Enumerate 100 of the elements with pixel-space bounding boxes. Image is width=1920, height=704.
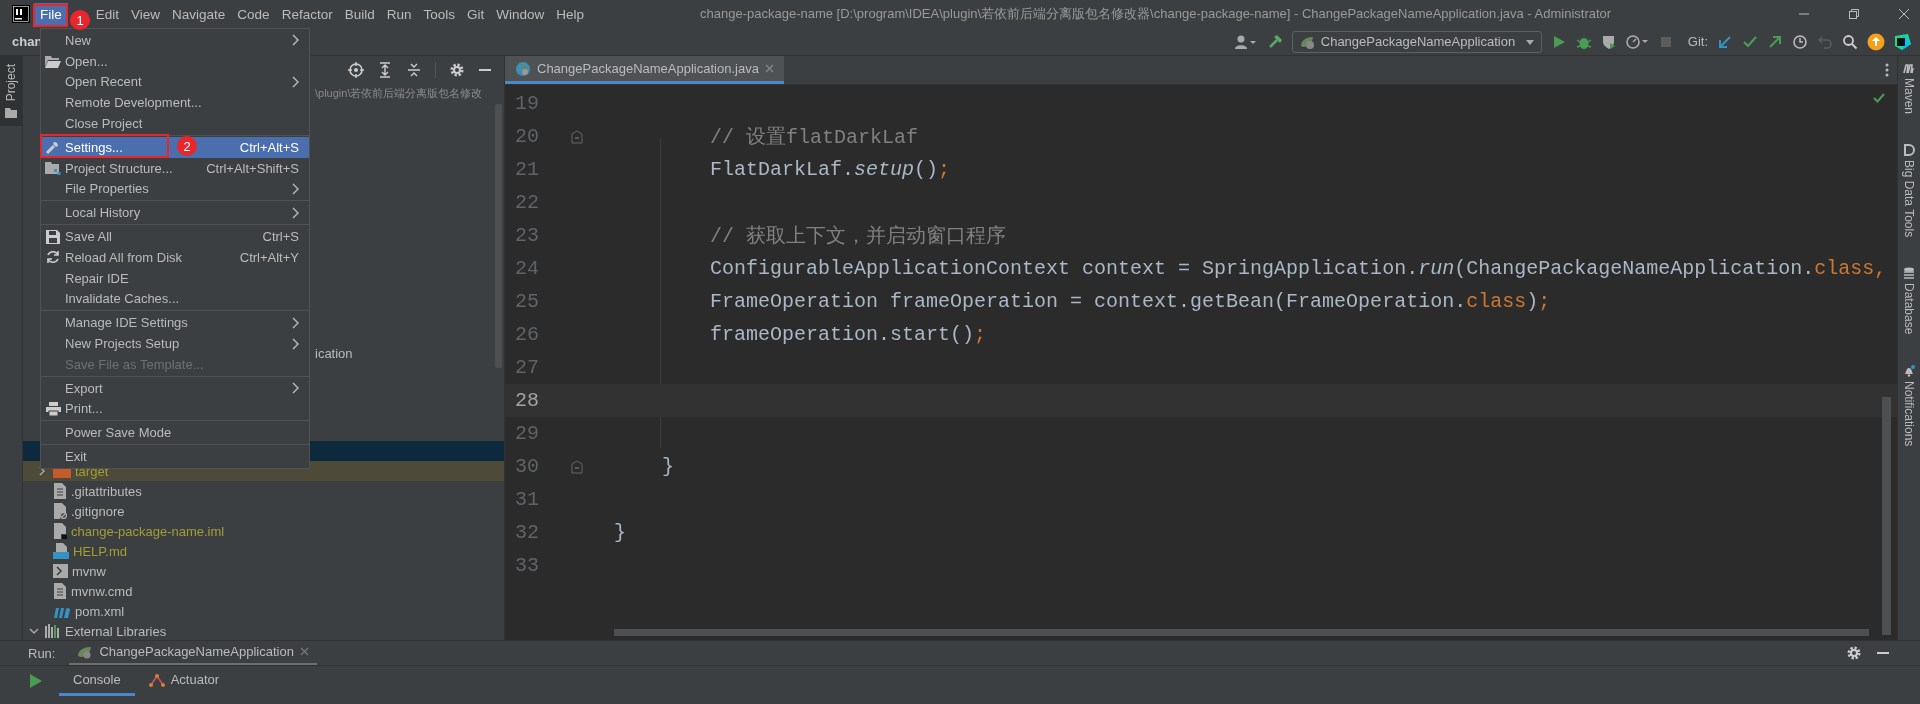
search-icon[interactable] [1842, 33, 1858, 50]
leaf-icon [77, 644, 94, 659]
maven-icon [1903, 62, 1915, 74]
clock-icon[interactable] [1792, 33, 1808, 50]
menu-item[interactable]: Run [380, 2, 418, 26]
line-number: 26 [514, 323, 539, 346]
fold-marker-icon[interactable] [570, 129, 583, 144]
code-line: FrameOperation frameOperation = context.getBean(FrameOperation.class); [709, 290, 1551, 313]
tree-item[interactable]: mvnw.cmd [23, 581, 504, 601]
code-line: frameOperation.start(); [709, 323, 987, 346]
tool-window-tab[interactable]: Maven [1902, 62, 1916, 115]
tool-window-tab[interactable]: Database [1902, 267, 1916, 335]
menu-item[interactable]: Git [461, 2, 491, 26]
menu-entry[interactable]: Repair IDE [41, 267, 309, 289]
menu-entry[interactable]: Project Structure... Ctrl+Alt+Shift+S [41, 157, 309, 179]
menu-item[interactable]: Tools [417, 2, 461, 26]
tree-item[interactable]: .gitignore [23, 501, 504, 521]
menu-entry[interactable]: Invalidate Caches... [41, 288, 309, 310]
file-name: .gitignore [71, 503, 125, 519]
chevron-icon [291, 316, 299, 329]
bell-icon [1903, 364, 1915, 377]
settings-icon[interactable] [1846, 645, 1862, 661]
menu-item[interactable]: Refactor [275, 2, 339, 26]
collapse-all-icon[interactable] [406, 62, 422, 78]
line-number: 21 [514, 158, 539, 181]
line-number: 19 [514, 92, 539, 115]
menu-entry[interactable]: File Properties [41, 178, 309, 200]
line-number: 28 [514, 389, 539, 412]
more-icon[interactable] [1885, 63, 1889, 77]
tree-item[interactable]: HELP.md [23, 541, 504, 561]
checkmark-icon [1873, 93, 1885, 103]
step-badge: 1 [70, 10, 90, 30]
menu-entry[interactable]: Power Save Mode [41, 422, 309, 444]
run-label: Run: [28, 645, 56, 661]
settings-icon[interactable] [449, 62, 465, 78]
close-icon[interactable] [299, 647, 309, 656]
menu-entry[interactable]: Manage IDE Settings [41, 312, 309, 334]
editor-tab[interactable]: ChangePackageNameApplication.java [505, 56, 784, 84]
chevron-icon [291, 182, 299, 195]
menu-item[interactable]: View [125, 2, 167, 26]
menu-entry[interactable]: Export [41, 377, 309, 399]
upload-icon[interactable] [1867, 32, 1885, 51]
run-tab[interactable]: ChangePackageNameApplication [69, 640, 317, 666]
user-icon[interactable] [1233, 33, 1258, 50]
menu-item[interactable]: Edit [89, 2, 126, 26]
gauge-icon[interactable] [1625, 33, 1650, 50]
menu-entry[interactable]: Close Project [41, 113, 309, 134]
run-icon[interactable] [28, 673, 44, 689]
code-line: } [614, 521, 626, 544]
scrollbar[interactable] [614, 629, 1869, 636]
arrow-down-left-icon[interactable] [1717, 33, 1733, 50]
tool-window-tab[interactable]: Big Data Tools [1902, 144, 1916, 238]
tool-window-tab[interactable]: Project [0, 56, 22, 127]
menu-item[interactable]: Build [338, 2, 381, 26]
tool-window-tab[interactable]: Notifications [1902, 364, 1916, 446]
menu-entry[interactable]: Open Recent [41, 71, 309, 93]
menu-entry[interactable]: Save All Ctrl+S [41, 226, 309, 247]
line-number: 31 [514, 488, 539, 511]
restore-icon[interactable] [1848, 8, 1860, 20]
menu-entry[interactable]: Exit [41, 446, 309, 467]
menu-entry[interactable]: Remote Development... [41, 92, 309, 114]
chevron-icon[interactable] [29, 626, 39, 636]
fold-marker-icon[interactable] [570, 459, 583, 474]
printer-icon [45, 401, 61, 416]
reload-icon [46, 250, 60, 265]
tree-item[interactable]: .gitattributes [23, 481, 504, 501]
class-file-icon [515, 60, 531, 77]
shield-icon[interactable] [1600, 33, 1617, 50]
terminal-icon [53, 564, 68, 578]
menu-item[interactable]: Help [550, 2, 591, 26]
code-line: // 获取上下文，并启动窗口程序 [709, 224, 1007, 249]
menu-item[interactable]: Code [231, 2, 276, 26]
console-tab[interactable]: Actuator [134, 666, 234, 696]
d-letter-icon [1903, 144, 1915, 157]
menu-entry[interactable]: Print... [41, 398, 309, 420]
close-icon[interactable] [1898, 8, 1910, 20]
tree-item[interactable]: External Libraries [23, 621, 504, 641]
menu-item[interactable]: Window [490, 2, 551, 26]
locate-icon[interactable] [348, 62, 364, 78]
tree-item[interactable]: pom.xml [23, 601, 504, 621]
menu-entry[interactable]: Open... [41, 50, 309, 72]
scrollbar[interactable] [1882, 397, 1891, 635]
arrow-up-right-icon[interactable] [1767, 33, 1783, 50]
tree-item[interactable]: mvnw [23, 561, 504, 581]
menu-entry[interactable]: Local History [41, 202, 309, 224]
chevron-icon [291, 382, 299, 395]
menu-entry[interactable]: New [41, 30, 309, 51]
run-config-dropdown[interactable]: ChangePackageNameApplication [1291, 30, 1542, 53]
line-number: 25 [514, 290, 539, 313]
menu-entry[interactable]: New Projects Setup [41, 333, 309, 354]
expand-all-icon[interactable] [377, 62, 393, 78]
menu-entry[interactable]: Reload All from Disk Ctrl+Alt+Y [41, 246, 309, 268]
menu-item[interactable]: Navigate [166, 2, 232, 26]
folder-icon [5, 107, 17, 119]
folder-grid-icon [45, 161, 61, 176]
code-line: } [661, 455, 674, 478]
console-tab[interactable]: Console [59, 666, 135, 696]
file-icon [53, 503, 67, 519]
tree-item[interactable]: change-package-name.iml [23, 521, 504, 541]
colorful-logo-icon[interactable] [1894, 32, 1912, 51]
